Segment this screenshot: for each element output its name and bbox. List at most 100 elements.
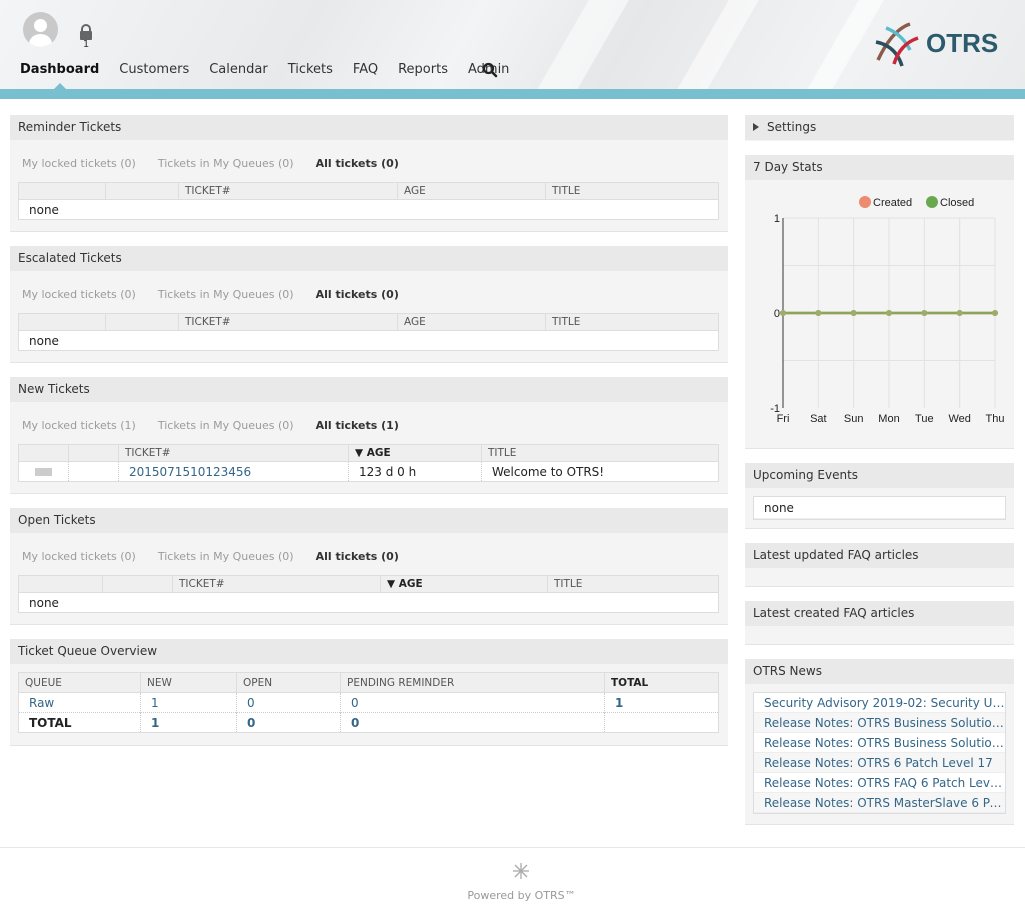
stats-chart: -101Fri Sat Sun Mon Tue Wed ThuCreated Closed <box>770 196 1004 425</box>
tab-my-locked[interactable]: My locked tickets (0) <box>22 550 136 563</box>
upcoming-events-widget: Upcoming Events none <box>745 463 1014 529</box>
tab-all-tickets[interactable]: All tickets (0) <box>316 157 399 170</box>
header: 1 Dashboard Customers Calendar Tickets F… <box>0 0 1025 99</box>
x-tick-label: Wed <box>948 413 970 425</box>
news-item[interactable]: Release Notes: OTRS 6 Patch Level 17 <box>754 753 1005 773</box>
nav-tickets[interactable]: Tickets <box>288 62 333 78</box>
nav-reports[interactable]: Reports <box>398 62 448 78</box>
legend-marker-closed <box>926 196 938 208</box>
escalated-tickets-widget: Escalated Tickets My locked tickets (0) … <box>10 246 728 363</box>
data-point-closed <box>850 310 857 316</box>
latest-created-faq-widget: Latest created FAQ articles <box>745 601 1014 645</box>
queue-name-link[interactable]: Raw <box>29 696 54 710</box>
main-nav: Dashboard Customers Calendar Tickets FAQ… <box>20 62 529 90</box>
col-age-sorted[interactable]: ▼ AGE <box>348 444 482 462</box>
tab-my-locked[interactable]: My locked tickets (0) <box>22 288 136 301</box>
empty-row: none <box>29 595 59 610</box>
data-point-closed <box>815 310 822 316</box>
col-pending-reminder: PENDING REMINDER <box>340 672 605 693</box>
x-tick-label: Sat <box>810 413 827 425</box>
otrs-logo[interactable]: OTRS <box>872 20 1002 72</box>
widget-title: Latest updated FAQ articles <box>745 543 1014 568</box>
tab-my-queues[interactable]: Tickets in My Queues (0) <box>158 550 294 563</box>
x-tick-label: Mon <box>878 413 899 425</box>
tickets-table: TICKET# AGE TITLE none <box>18 313 719 351</box>
legend-marker-created <box>859 196 871 208</box>
settings-widget[interactable]: Settings <box>745 115 1014 141</box>
queue-total-link[interactable]: 1 <box>615 696 623 710</box>
col-age-sorted[interactable]: ▼ AGE <box>380 575 548 593</box>
news-item[interactable]: Release Notes: OTRS MasterSlave 6 Patch … <box>754 793 1005 813</box>
col-age[interactable]: AGE <box>397 313 546 331</box>
col-title[interactable]: TITLE <box>547 575 719 593</box>
ticket-age: 123 d 0 h <box>348 461 482 482</box>
otrs-footer-icon <box>513 863 529 879</box>
total-pending[interactable]: 0 <box>351 716 359 730</box>
settings-toggle[interactable]: Settings <box>745 115 1014 140</box>
nav-calendar[interactable]: Calendar <box>209 62 267 78</box>
avatar[interactable] <box>23 12 58 47</box>
col-title[interactable]: TITLE <box>481 444 719 462</box>
logo-text: OTRS <box>926 28 999 58</box>
tab-my-queues[interactable]: Tickets in My Queues (0) <box>158 419 294 432</box>
queue-new-link[interactable]: 1 <box>151 696 159 710</box>
x-tick-label: Sun <box>844 413 864 425</box>
total-new[interactable]: 1 <box>151 716 159 730</box>
news-item[interactable]: Release Notes: OTRS Business Solution™ 6… <box>754 713 1005 733</box>
total-open[interactable]: 0 <box>247 716 255 730</box>
otrs-news-widget: OTRS News Security Advisory 2019-02: Sec… <box>745 659 1014 825</box>
tab-all-tickets[interactable]: All tickets (0) <box>316 288 399 301</box>
settings-label: Settings <box>767 120 817 134</box>
table-row[interactable]: 2015071510123456 123 d 0 h Welcome to OT… <box>19 461 719 482</box>
widget-title: Latest created FAQ articles <box>745 601 1014 626</box>
data-point-closed <box>992 310 998 316</box>
locked-tickets-indicator[interactable]: 1 <box>78 24 94 52</box>
empty-row: none <box>29 202 59 217</box>
tab-my-queues[interactable]: Tickets in My Queues (0) <box>158 288 294 301</box>
tab-my-locked[interactable]: My locked tickets (0) <box>22 157 136 170</box>
col-ticket[interactable]: TICKET# <box>178 182 398 200</box>
news-item[interactable]: Security Advisory 2019-02: Security Upda… <box>754 693 1005 713</box>
news-item[interactable]: Release Notes: OTRS Business Solution™ 5… <box>754 733 1005 753</box>
tickets-table: TICKET# AGE TITLE none <box>18 182 719 220</box>
tickets-table: TICKET# ▼ AGE TITLE none <box>18 575 719 613</box>
locked-count: 1 <box>82 39 90 50</box>
col-ticket[interactable]: TICKET# <box>178 313 398 331</box>
news-item[interactable]: Release Notes: OTRS FAQ 6 Patch Level 17 <box>754 773 1005 793</box>
widget-title: Ticket Queue Overview <box>10 639 728 664</box>
open-tickets-widget: Open Tickets My locked tickets (0) Ticke… <box>10 508 728 625</box>
priority-indicator <box>35 467 52 476</box>
nav-faq[interactable]: FAQ <box>353 62 378 78</box>
tab-all-tickets[interactable]: All tickets (1) <box>316 419 399 432</box>
tickets-table: TICKET# ▼ AGE TITLE 2015071510123456 123 d… <box>18 444 719 482</box>
footer-powered-by[interactable]: Powered by OTRS™ <box>0 889 1025 902</box>
nav-dashboard[interactable]: Dashboard <box>20 62 99 90</box>
queue-open-link[interactable]: 0 <box>247 696 255 710</box>
widget-title: 7 Day Stats <box>745 155 1014 180</box>
table-row[interactable]: Raw 1 0 0 1 <box>18 692 719 713</box>
ticket-number-link[interactable]: 2015071510123456 <box>129 465 251 479</box>
queue-pending-link[interactable]: 0 <box>351 696 359 710</box>
y-tick-label: 0 <box>774 308 780 320</box>
new-tickets-widget: New Tickets My locked tickets (1) Ticket… <box>10 377 728 494</box>
tab-my-queues[interactable]: Tickets in My Queues (0) <box>158 157 294 170</box>
col-total: TOTAL <box>604 672 719 693</box>
seven-day-stats-widget: 7 Day Stats -1 0 1 Fri Sat Sun Mon Tue Wed Thu Cre… <box>745 155 1014 449</box>
legend-label-created: Created <box>873 197 912 209</box>
col-ticket[interactable]: TICKET# <box>118 444 349 462</box>
nav-customers[interactable]: Customers <box>119 62 189 78</box>
col-title[interactable]: TITLE <box>545 182 719 200</box>
search-icon[interactable] <box>482 62 498 78</box>
widget-title: Upcoming Events <box>745 463 1014 488</box>
otrs-logo-icon <box>875 22 919 67</box>
tab-all-tickets[interactable]: All tickets (0) <box>316 550 399 563</box>
col-queue: QUEUE <box>18 672 141 693</box>
ticket-title: Welcome to OTRS! <box>481 461 719 482</box>
col-ticket[interactable]: TICKET# <box>172 575 381 593</box>
empty-row: none <box>754 497 1005 519</box>
widget-title: OTRS News <box>745 659 1014 684</box>
tab-my-locked[interactable]: My locked tickets (1) <box>22 419 136 432</box>
col-title[interactable]: TITLE <box>545 313 719 331</box>
widget-title: New Tickets <box>10 377 728 402</box>
col-age[interactable]: AGE <box>397 182 546 200</box>
